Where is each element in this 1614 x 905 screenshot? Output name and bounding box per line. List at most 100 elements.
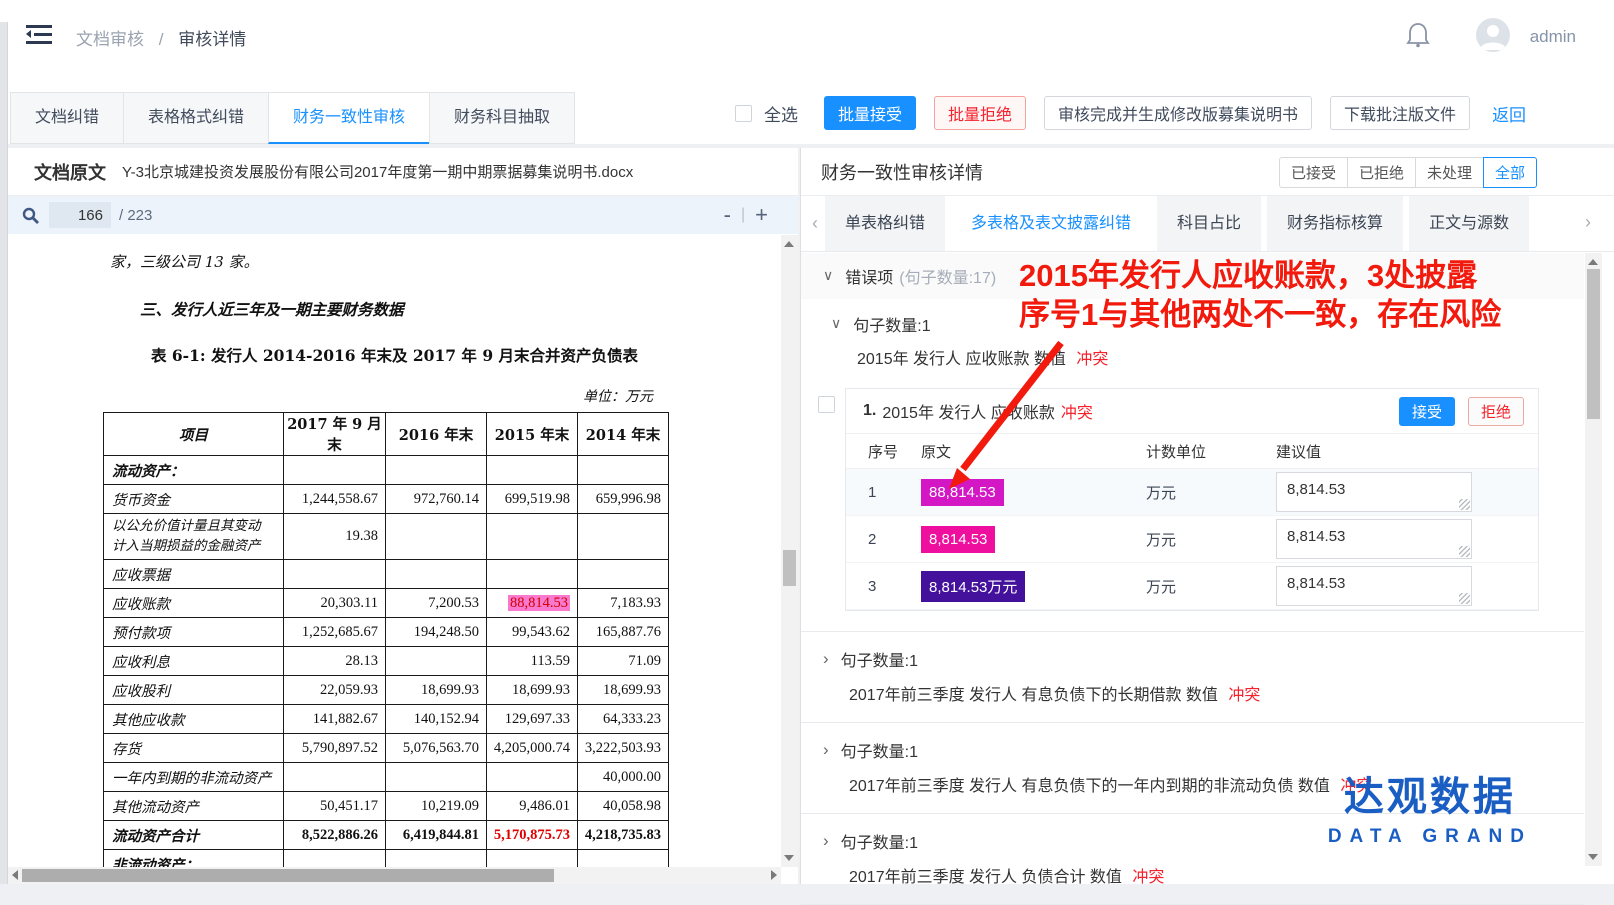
scroll-left-icon[interactable]: [12, 870, 18, 880]
document-panel-header: 文档原文 Y-3北京城建投资发展股份有限公司2017年度第一期中期票据募集说明书…: [8, 148, 798, 196]
batch-reject-button[interactable]: 批量拒绝: [934, 96, 1026, 130]
page-number-input[interactable]: [49, 202, 111, 228]
col-unit: 计数单位: [1146, 441, 1276, 462]
suggested-value-cell: 8,814.53: [1276, 516, 1538, 562]
document-vertical-scrollbar[interactable]: [781, 235, 798, 867]
suggested-value-cell: 8,814.53: [1276, 469, 1538, 515]
user-avatar[interactable]: [1476, 18, 1510, 52]
error-item-checkbox[interactable]: [818, 396, 835, 413]
username-label[interactable]: admin: [1530, 27, 1576, 47]
doc-table-value-cell: 18,699.93: [578, 676, 669, 705]
breadcrumb-current: 审核详情: [178, 30, 246, 49]
open-error-item-header[interactable]: ∨ 句子数量:1: [831, 312, 1584, 336]
notification-bell-icon[interactable]: [1406, 22, 1430, 48]
suggested-value-input[interactable]: 8,814.53: [1276, 472, 1472, 512]
conflict-label: 冲突: [1132, 869, 1164, 886]
conflict-table-row: 188,814.53万元8,814.53: [846, 469, 1538, 516]
filter-pending[interactable]: 未处理: [1415, 157, 1484, 188]
menu-fold-icon[interactable]: [26, 24, 52, 46]
tabs-scroll-left-icon[interactable]: ‹: [805, 213, 825, 234]
zoom-controls: - | +: [714, 202, 778, 228]
doc-table-value-cell: 7,183.93: [578, 589, 669, 618]
error-card-header: 1. 2015年 发行人 应收账款 冲突 接受 拒绝: [846, 389, 1538, 434]
tab-multi-table-disclosure[interactable]: 多表格及表文披露纠错: [951, 196, 1151, 251]
doc-table-label-cell: 其他流动资产: [104, 792, 284, 821]
tab-text-vs-source[interactable]: 正文与源数: [1409, 196, 1529, 251]
collapsed-item-header[interactable]: › 句子数量:1: [823, 738, 1584, 762]
tab-single-table[interactable]: 单表格纠错: [825, 196, 945, 251]
avatar-person-icon: [1476, 18, 1510, 52]
doc-table-value-cell: 71.09: [578, 647, 669, 676]
datagrand-logo: 达观数据 DATA GRAND: [1328, 764, 1532, 848]
document-table-unit: 单位：万元: [8, 366, 781, 412]
doc-table-value-cell: 99,543.62: [487, 618, 578, 647]
batch-accept-button[interactable]: 批量接受: [824, 96, 916, 130]
zoom-out-button[interactable]: -: [714, 202, 741, 228]
doc-table-header-cell: 2014 年末: [578, 413, 669, 456]
breadcrumb-separator: /: [159, 30, 164, 49]
toolbar-actions: 全选 批量接受 批量拒绝 审核完成并生成修改版募集说明书 下载批注版文件 返回: [735, 96, 1526, 130]
scroll-down-icon[interactable]: [1588, 854, 1598, 860]
scroll-right-icon[interactable]: [771, 870, 777, 880]
document-horizontal-scrollbar[interactable]: [8, 867, 781, 884]
source-value-badge[interactable]: 8,814.53: [921, 526, 995, 553]
tab-table-format-correction[interactable]: 表格格式纠错: [123, 92, 269, 144]
suggested-value-input[interactable]: 8,814.53: [1276, 519, 1472, 559]
doc-table-value-cell: [487, 560, 578, 589]
search-icon[interactable]: [22, 207, 39, 224]
collapsed-item-header[interactable]: › 句子数量:1: [823, 647, 1584, 671]
reject-button[interactable]: 拒绝: [1468, 397, 1524, 426]
tab-financial-indicator[interactable]: 财务指标核算: [1267, 196, 1403, 251]
doc-table-value-cell: [578, 514, 669, 560]
doc-table-value-cell: 1,252,685.67: [284, 618, 386, 647]
sentence-count: 句子数量:1: [841, 738, 918, 762]
vertical-scroll-thumb[interactable]: [783, 550, 796, 586]
error-detail-card: 1. 2015年 发行人 应收账款 冲突 接受 拒绝 序号 原文 计数单位 建议…: [845, 388, 1539, 611]
filter-rejected[interactable]: 已拒绝: [1347, 157, 1416, 188]
doc-table-label-cell: 流动资产合计: [104, 821, 284, 850]
scroll-down-icon[interactable]: [784, 855, 794, 861]
row-number: 2: [846, 531, 921, 548]
unit-cell: 万元: [1146, 576, 1276, 597]
filter-accepted[interactable]: 已接受: [1279, 157, 1348, 188]
source-value-badge[interactable]: 8,814.53万元: [921, 571, 1025, 602]
chevron-down-icon: ∨: [831, 316, 841, 332]
back-link[interactable]: 返回: [1492, 101, 1526, 126]
scroll-up-icon[interactable]: [1588, 259, 1598, 265]
doc-table-value-cell: 194,248.50: [386, 618, 487, 647]
horizontal-scroll-thumb[interactable]: [22, 869, 554, 882]
accept-button[interactable]: 接受: [1399, 397, 1455, 426]
review-vertical-scrollbar[interactable]: [1585, 253, 1602, 866]
doc-table-label-cell: 应收账款: [104, 589, 284, 618]
review-panel-header: 财务一致性审核详情 已接受 已拒绝 未处理 全部: [801, 148, 1614, 196]
tab-subject-ratio[interactable]: 科目占比: [1157, 196, 1261, 251]
error-group-row[interactable]: ∨ 错误项 (句子数量:17): [801, 253, 1584, 299]
doc-table-value-cell: 5,076,563.70: [386, 734, 487, 763]
select-all-label[interactable]: 全选: [764, 101, 798, 126]
conflict-table: 序号 原文 计数单位 建议值 188,814.53万元8,814.5328,81…: [846, 434, 1538, 610]
breadcrumb-root[interactable]: 文档审核: [76, 30, 144, 49]
scroll-up-icon[interactable]: [784, 241, 794, 247]
doc-table-row: 以公允价值计量且其变动 计入当期损益的金融资产19.38: [104, 514, 669, 560]
doc-table-row: 一年内到期的非流动资产40,000.00: [104, 763, 669, 792]
finish-generate-button[interactable]: 审核完成并生成修改版募集说明书: [1044, 96, 1312, 130]
logo-english: DATA GRAND: [1328, 826, 1532, 848]
suggested-value-input[interactable]: 8,814.53: [1276, 566, 1472, 606]
vertical-scroll-thumb[interactable]: [1587, 269, 1600, 419]
tab-doc-correction[interactable]: 文档纠错: [10, 92, 124, 144]
doc-table-header-cell: 2017 年 9 月末: [284, 413, 386, 456]
doc-table-header-cell: 2016 年末: [386, 413, 487, 456]
zoom-in-button[interactable]: +: [745, 202, 778, 228]
download-annotated-button[interactable]: 下载批注版文件: [1330, 96, 1470, 130]
tabs-scroll-right-icon[interactable]: ›: [1578, 212, 1598, 233]
doc-table-value-cell: 10,219.09: [386, 792, 487, 821]
document-panel: 文档原文 Y-3北京城建投资发展股份有限公司2017年度第一期中期票据募集说明书…: [8, 148, 798, 884]
tab-financial-subject-extraction[interactable]: 财务科目抽取: [429, 92, 575, 144]
tab-financial-consistency[interactable]: 财务一致性审核: [268, 92, 430, 144]
doc-table-row: 应收股利22,059.9318,699.9318,699.9318,699.93: [104, 676, 669, 705]
row-number: 1: [846, 484, 921, 501]
source-value-badge[interactable]: 88,814.53: [921, 479, 1004, 506]
open-error-item: ∨ 句子数量:1 2015年 发行人 应收账款 数值 冲突: [801, 299, 1584, 375]
filter-all[interactable]: 全部: [1483, 157, 1537, 188]
select-all-checkbox[interactable]: [735, 105, 752, 122]
